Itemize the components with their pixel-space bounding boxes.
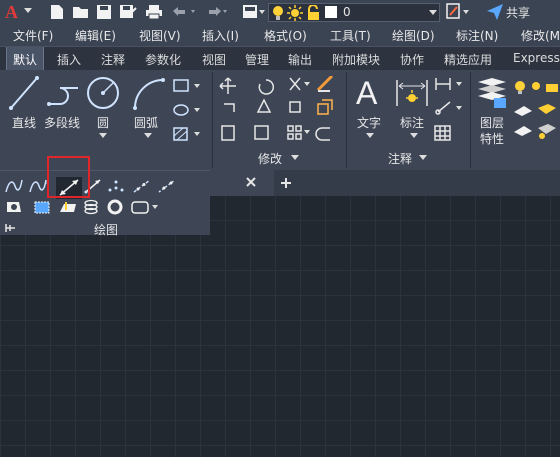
wipeout-icon[interactable] [33, 200, 51, 214]
circle-label[interactable]: 圆 [97, 114, 109, 131]
redo-icon[interactable] [203, 5, 229, 19]
save-as-icon[interactable] [119, 4, 137, 20]
menu-modify[interactable]: 修改(M) [521, 27, 560, 44]
panel-separator [470, 72, 471, 168]
ellipse-icon[interactable] [172, 102, 202, 118]
tab-view[interactable]: 视图 [202, 51, 226, 68]
svg-text:A: A [5, 2, 18, 22]
panel-separator [346, 72, 347, 168]
workspace-icon[interactable] [242, 3, 266, 21]
app-logo-icon[interactable]: A [4, 2, 22, 22]
close-icon[interactable] [246, 177, 256, 187]
annotation-panel-expander-icon[interactable] [419, 155, 427, 161]
highlight-box [47, 156, 90, 198]
menu-draw[interactable]: 绘图(D) [392, 27, 435, 44]
menu-file[interactable]: 文件(F) [13, 27, 53, 44]
tab-output[interactable]: 输出 [288, 51, 312, 68]
layer-properties-label-2[interactable]: 特性 [480, 130, 504, 147]
pin-icon[interactable] [4, 223, 16, 233]
quick-access-toolbar: A 0 共享 [0, 0, 560, 24]
menu-format[interactable]: 格式(O) [264, 27, 307, 44]
polyline-icon[interactable] [46, 80, 82, 110]
menu-bar: 文件(F) 编辑(E) 视图(V) 插入(I) 格式(O) 工具(T) 绘图(D… [0, 24, 560, 46]
text-icon[interactable]: A [355, 76, 385, 108]
layer-properties-label-1[interactable]: 图层 [480, 114, 504, 131]
polyline-label[interactable]: 多段线 [44, 114, 80, 131]
menu-insert[interactable]: 插入(I) [202, 27, 239, 44]
annotation-small-tools [434, 76, 468, 148]
arc-dropdown-icon[interactable] [144, 133, 152, 139]
share-label[interactable]: 共享 [506, 4, 530, 21]
helix-icon[interactable] [83, 199, 99, 215]
layer-name: 0 [343, 5, 351, 19]
ribbon-tab-bar: 默认 插入 注释 参数化 视图 管理 输出 附加模块 协作 精选应用 Expre… [0, 46, 560, 71]
tab-collaborate[interactable]: 协作 [400, 51, 424, 68]
layer-tools-icons [512, 78, 560, 142]
share-icon[interactable] [486, 3, 504, 21]
save-icon[interactable] [96, 4, 112, 20]
line-label[interactable]: 直线 [12, 114, 36, 131]
dimension-label[interactable]: 标注 [400, 114, 424, 131]
annotation-panel-label[interactable]: 注释 [388, 150, 412, 167]
dimension-icon[interactable] [395, 78, 429, 108]
tab-annotate[interactable]: 注释 [101, 51, 125, 68]
match-properties-icon[interactable] [446, 3, 472, 21]
text-label[interactable]: 文字 [357, 114, 381, 131]
panel-separator [212, 72, 213, 168]
new-tab-icon[interactable] [280, 177, 292, 189]
text-dropdown-icon[interactable] [366, 133, 374, 139]
3d-polyline-icon[interactable] [58, 200, 78, 214]
document-tab[interactable] [210, 170, 274, 196]
dimension-dropdown-icon[interactable] [410, 133, 418, 139]
tab-insert[interactable]: 插入 [57, 51, 81, 68]
menu-tools[interactable]: 工具(T) [330, 27, 371, 44]
app-menu-arrow-icon[interactable] [24, 8, 32, 14]
circle-icon[interactable] [86, 76, 120, 110]
draw-panel-flyout: 绘图 [0, 170, 210, 238]
document-tab-strip [210, 170, 560, 196]
rectangle-icon[interactable] [172, 78, 202, 94]
print-icon[interactable] [145, 4, 163, 20]
arc-icon[interactable] [132, 76, 166, 110]
tab-express[interactable]: Express [513, 51, 560, 65]
layer-properties-icon[interactable] [476, 76, 508, 110]
spline-fit-icon[interactable] [5, 178, 23, 194]
measure-icon[interactable] [157, 178, 177, 194]
revision-cloud-icon[interactable] [130, 200, 160, 214]
lock-icon [306, 5, 320, 21]
modify-panel-expander-icon[interactable] [291, 155, 299, 161]
multiple-points-icon[interactable] [107, 178, 125, 194]
svg-text:A: A [356, 76, 378, 108]
tab-addins[interactable]: 附加模块 [332, 51, 380, 68]
open-file-icon[interactable] [72, 4, 90, 20]
modify-tools-grid [218, 76, 340, 146]
layer-dropdown[interactable]: 0 [268, 3, 440, 22]
sun-icon [287, 5, 303, 21]
circle-dropdown-icon[interactable] [99, 133, 107, 139]
tab-default[interactable]: 默认 [6, 47, 45, 71]
menu-edit[interactable]: 编辑(E) [75, 27, 116, 44]
chevron-down-icon [429, 10, 437, 16]
tab-parametric[interactable]: 参数化 [145, 51, 181, 68]
arc-label[interactable]: 圆弧 [134, 114, 158, 131]
region-icon[interactable] [5, 200, 23, 214]
line-icon[interactable] [8, 75, 40, 111]
tab-manage[interactable]: 管理 [245, 51, 269, 68]
undo-icon[interactable] [171, 5, 197, 19]
donut-icon[interactable] [107, 199, 123, 215]
new-file-icon[interactable] [49, 4, 65, 20]
menu-dimension[interactable]: 标注(N) [456, 27, 498, 44]
layer-color-swatch [325, 6, 337, 18]
bulb-icon [271, 5, 285, 21]
draw-panel-label[interactable]: 绘图 [94, 221, 118, 238]
spline-cv-icon[interactable] [29, 178, 47, 194]
divide-icon[interactable] [132, 178, 152, 194]
hatch-icon[interactable] [172, 126, 202, 142]
modify-panel-label[interactable]: 修改 [258, 150, 282, 167]
menu-view[interactable]: 视图(V) [139, 27, 181, 44]
tab-featured-apps[interactable]: 精选应用 [444, 51, 492, 68]
